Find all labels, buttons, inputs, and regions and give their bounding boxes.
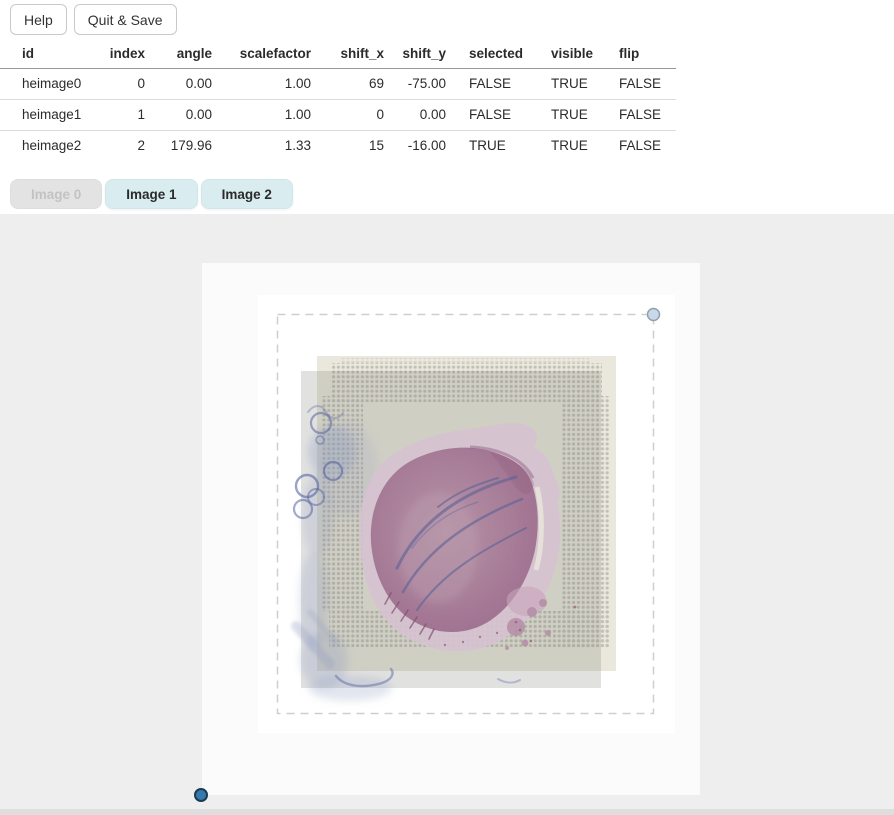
header-cell-shift-y: shift_y xyxy=(384,40,446,68)
bottom-bar xyxy=(0,809,894,815)
cell-scalefactor: 1.00 xyxy=(212,68,311,99)
slide-composite-image[interactable] xyxy=(294,356,616,701)
cell-scalefactor: 1.00 xyxy=(212,99,311,130)
table-row: heimage0 0 0.00 1.00 69 -75.00 FALSE TRU… xyxy=(0,68,676,99)
cell-selected: FALSE xyxy=(446,99,551,130)
cell-angle: 0.00 xyxy=(145,99,212,130)
cell-id: heimage0 xyxy=(0,68,105,99)
header-cell-index: index xyxy=(105,40,145,68)
quit-save-button[interactable]: Quit & Save xyxy=(74,4,177,35)
cell-scalefactor: 1.33 xyxy=(212,130,311,161)
image-tabs: Image 0 Image 1 Image 2 xyxy=(10,179,894,209)
cell-shift-x: 0 xyxy=(311,99,384,130)
header-cell-visible: visible xyxy=(551,40,619,68)
cell-shift-y: -75.00 xyxy=(384,68,446,99)
cell-shift-y: 0.00 xyxy=(384,99,446,130)
resize-handle[interactable] xyxy=(648,309,660,321)
cell-shift-x: 15 xyxy=(311,130,384,161)
header-cell-shift-x: shift_x xyxy=(311,40,384,68)
tab-image-2[interactable]: Image 2 xyxy=(201,179,293,209)
header-cell-selected: selected xyxy=(446,40,551,68)
cell-index: 1 xyxy=(105,99,145,130)
app-root: Help Quit & Save id index angle scalefac… xyxy=(0,0,894,815)
cell-selected: TRUE xyxy=(446,130,551,161)
header-cell-id: id xyxy=(0,40,105,68)
cell-id: heimage1 xyxy=(0,99,105,130)
header-cell-flip: flip xyxy=(619,40,676,68)
images-table: id index angle scalefactor shift_x shift… xyxy=(0,40,676,161)
table-header-row: id index angle scalefactor shift_x shift… xyxy=(0,40,676,68)
cell-index: 2 xyxy=(105,130,145,161)
help-button[interactable]: Help xyxy=(10,4,67,35)
canvas-area xyxy=(0,214,894,815)
cell-shift-x: 69 xyxy=(311,68,384,99)
header-cell-angle: angle xyxy=(145,40,212,68)
cell-selected: FALSE xyxy=(446,68,551,99)
table-row: heimage2 2 179.96 1.33 15 -16.00 TRUE TR… xyxy=(0,130,676,161)
cell-visible: TRUE xyxy=(551,68,619,99)
tab-image-1[interactable]: Image 1 xyxy=(105,179,197,209)
cell-visible: TRUE xyxy=(551,130,619,161)
toolbar: Help Quit & Save xyxy=(0,0,894,40)
cell-index: 0 xyxy=(105,68,145,99)
cell-id: heimage2 xyxy=(0,130,105,161)
cell-flip: FALSE xyxy=(619,68,676,99)
cell-visible: TRUE xyxy=(551,99,619,130)
cell-flip: FALSE xyxy=(619,99,676,130)
tab-image-0[interactable]: Image 0 xyxy=(10,179,102,209)
cell-angle: 179.96 xyxy=(145,130,212,161)
cell-angle: 0.00 xyxy=(145,68,212,99)
header-cell-scalefactor: scalefactor xyxy=(212,40,311,68)
cell-shift-y: -16.00 xyxy=(384,130,446,161)
anchor-handle[interactable] xyxy=(195,789,207,801)
cell-flip: FALSE xyxy=(619,130,676,161)
table-row: heimage1 1 0.00 1.00 0 0.00 FALSE TRUE F… xyxy=(0,99,676,130)
